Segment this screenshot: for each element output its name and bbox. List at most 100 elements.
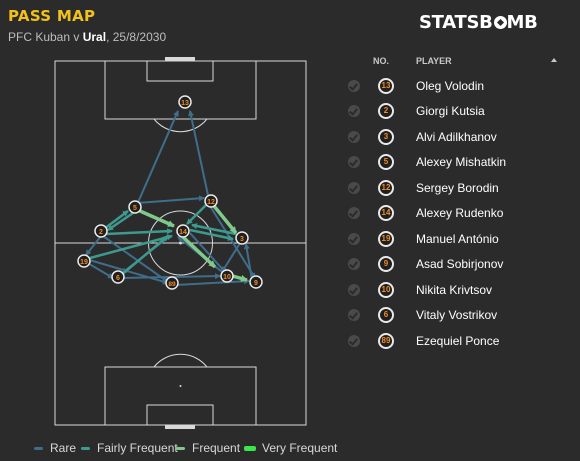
player-row[interactable]: 19 Manuel António bbox=[344, 230, 564, 250]
legend-rare-swatch bbox=[34, 447, 43, 450]
centre-spot bbox=[179, 241, 182, 245]
pass-line bbox=[135, 110, 179, 208]
top-six-yard-box bbox=[146, 60, 214, 82]
player-node: 6 bbox=[111, 270, 125, 284]
player-number: 89 bbox=[378, 333, 394, 349]
player-row[interactable]: 6 Vitaly Vostrikov bbox=[344, 306, 564, 326]
player-name: Nikita Krivtsov bbox=[416, 283, 493, 297]
legend-fairly-frequent-label: Fairly Frequent bbox=[97, 441, 178, 455]
player-node-number: 9 bbox=[254, 280, 258, 287]
column-header-player[interactable]: PLAYER bbox=[416, 56, 452, 66]
check-toggle-icon[interactable] bbox=[348, 105, 360, 117]
legend-frequent-swatch bbox=[176, 447, 185, 450]
player-row[interactable]: 14 Alexey Rudenko bbox=[344, 204, 564, 224]
pass-line bbox=[85, 235, 102, 256]
check-toggle-icon[interactable] bbox=[348, 309, 360, 321]
legend-fairly-frequent-swatch bbox=[81, 447, 90, 450]
legend-very-frequent-swatch bbox=[244, 446, 256, 451]
player-node-number: 2 bbox=[99, 229, 103, 236]
bottom-penalty-area bbox=[104, 366, 257, 426]
pass-line bbox=[243, 243, 253, 281]
player-node-number: 6 bbox=[116, 275, 120, 282]
legend-very-frequent-label: Very Frequent bbox=[262, 441, 338, 455]
pass-line bbox=[119, 235, 169, 277]
top-penalty-arc bbox=[153, 118, 208, 133]
column-header-number[interactable]: NO. bbox=[373, 56, 389, 66]
player-node-number: 14 bbox=[179, 229, 187, 236]
bottom-six-yard-box bbox=[146, 404, 214, 426]
player-name: Alvi Adilkhanov bbox=[416, 130, 497, 144]
player-name: Alexey Rudenko bbox=[416, 206, 504, 220]
player-row[interactable]: 10 Nikita Krivtsov bbox=[344, 281, 564, 301]
passes-rare bbox=[85, 110, 256, 286]
player-node: 5 bbox=[128, 200, 142, 214]
pitch-player-nodes: 13 5 12 2 14 3 19 6 89 10 9 bbox=[77, 95, 263, 290]
player-name: Ezequiel Ponce bbox=[416, 334, 500, 348]
bottom-penalty-arc bbox=[153, 353, 208, 368]
player-node: 2 bbox=[94, 224, 108, 238]
player-name: Manuel António bbox=[416, 232, 499, 246]
player-number: 9 bbox=[378, 256, 394, 272]
player-node-number: 5 bbox=[133, 205, 137, 212]
player-row[interactable]: 9 Asad Sobirjonov bbox=[344, 255, 564, 275]
player-number: 13 bbox=[378, 78, 394, 94]
pass-line bbox=[221, 239, 243, 273]
player-number: 14 bbox=[378, 205, 394, 221]
player-name: Asad Sobirjonov bbox=[416, 257, 504, 271]
legend-rare-label: Rare bbox=[50, 441, 77, 455]
check-toggle-icon[interactable] bbox=[348, 156, 360, 168]
bottom-goal bbox=[165, 425, 195, 429]
player-node-number: 12 bbox=[207, 199, 215, 206]
player-number: 5 bbox=[378, 154, 394, 170]
player-node: 89 bbox=[165, 276, 179, 290]
player-name: Oleg Volodin bbox=[416, 79, 485, 93]
player-number: 2 bbox=[378, 103, 394, 119]
check-toggle-icon[interactable] bbox=[348, 80, 360, 92]
check-toggle-icon[interactable] bbox=[348, 258, 360, 270]
player-row[interactable]: 13 Oleg Volodin bbox=[344, 77, 564, 97]
player-name: Giorgi Kutsia bbox=[416, 104, 485, 118]
pass-line bbox=[175, 278, 250, 286]
player-row[interactable]: 2 Giorgi Kutsia bbox=[344, 102, 564, 122]
player-node: 9 bbox=[249, 275, 263, 289]
pass-line bbox=[189, 232, 226, 273]
pass-line bbox=[188, 110, 210, 201]
player-number: 3 bbox=[378, 129, 394, 145]
player-row[interactable]: 12 Sergey Borodin bbox=[344, 179, 564, 199]
check-toggle-icon[interactable] bbox=[348, 284, 360, 296]
player-row[interactable]: 5 Alexey Mishatkin bbox=[344, 153, 564, 173]
player-name: Alexey Mishatkin bbox=[416, 155, 507, 169]
pass-line bbox=[85, 261, 114, 279]
player-node-number: 19 bbox=[80, 259, 88, 266]
player-number: 10 bbox=[378, 282, 394, 298]
top-penalty-area bbox=[104, 60, 257, 120]
player-row[interactable]: 89 Ezequiel Ponce bbox=[344, 332, 564, 352]
pass-line bbox=[181, 235, 217, 269]
player-node-number: 3 bbox=[240, 236, 244, 243]
player-number: 6 bbox=[378, 307, 394, 323]
check-toggle-icon[interactable] bbox=[348, 131, 360, 143]
player-node-number: 89 bbox=[168, 281, 176, 288]
check-toggle-icon[interactable] bbox=[348, 182, 360, 194]
player-node: 14 bbox=[176, 224, 190, 238]
penalty-spot bbox=[179, 385, 182, 387]
player-node: 19 bbox=[77, 254, 91, 268]
player-row[interactable]: 3 Alvi Adilkhanov bbox=[344, 128, 564, 148]
player-number: 19 bbox=[378, 231, 394, 247]
player-node: 3 bbox=[235, 231, 249, 245]
player-name: Sergey Borodin bbox=[416, 181, 499, 195]
player-node-number: 13 bbox=[181, 100, 189, 107]
pass-line bbox=[136, 195, 205, 204]
player-node: 12 bbox=[204, 194, 218, 208]
check-toggle-icon[interactable] bbox=[348, 335, 360, 347]
player-node: 10 bbox=[220, 269, 234, 283]
player-node: 13 bbox=[178, 95, 192, 109]
player-name: Vitaly Vostrikov bbox=[416, 308, 498, 322]
check-toggle-icon[interactable] bbox=[348, 207, 360, 219]
legend-frequent-label: Frequent bbox=[192, 441, 241, 455]
pass-line bbox=[105, 228, 173, 236]
player-node-number: 10 bbox=[223, 274, 231, 281]
sort-ascending-icon[interactable] bbox=[551, 58, 557, 62]
pass-line bbox=[186, 204, 207, 225]
check-toggle-icon[interactable] bbox=[348, 233, 360, 245]
